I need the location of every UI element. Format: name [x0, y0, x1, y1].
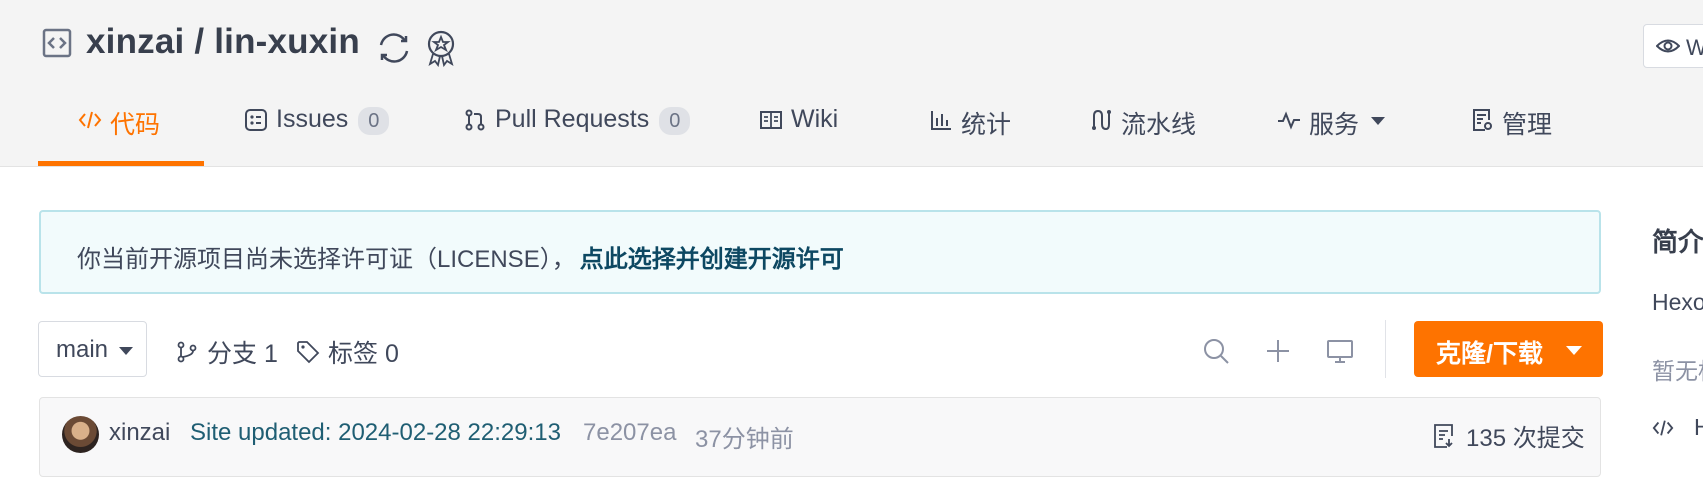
book-icon — [760, 111, 782, 129]
tags-link[interactable]: 标签 0 — [296, 334, 399, 370]
search-icon[interactable] — [1201, 336, 1231, 366]
tab-stats[interactable]: 统计 — [929, 105, 1011, 165]
add-file-icon[interactable] — [1263, 336, 1293, 366]
tab-label: 统计 — [961, 111, 1012, 139]
pr-count-badge: 0 — [659, 107, 691, 135]
create-license-link[interactable]: 点此选择并创建开源许可 — [580, 246, 844, 273]
branch-select[interactable]: main — [38, 321, 147, 377]
issues-count-badge: 0 — [358, 107, 390, 135]
repo-title[interactable]: xinzai / lin-xuxin — [86, 22, 360, 62]
tab-label: 流水线 — [1121, 111, 1197, 139]
tab-label: Wiki — [791, 105, 839, 133]
code-icon — [1652, 419, 1674, 436]
settings-doc-icon — [1473, 109, 1492, 131]
tab-issues[interactable]: Issues 0 — [244, 105, 390, 165]
chevron-down-icon — [119, 347, 133, 355]
clone-download-button[interactable]: 克隆/下载 — [1414, 321, 1603, 377]
certified-badge-icon[interactable] — [424, 29, 458, 67]
commit-time: 37分钟前 — [695, 426, 794, 453]
tab-label: 管理 — [1502, 111, 1553, 139]
tab-label: 服务 — [1309, 111, 1360, 139]
tab-pipeline[interactable]: 流水线 — [1089, 105, 1196, 165]
code-icon — [78, 111, 102, 129]
tab-code[interactable]: 代码 — [78, 105, 160, 165]
web-ide-icon[interactable] — [1325, 336, 1355, 366]
commit-count-link[interactable]: 135 次提交 — [1432, 418, 1585, 453]
pipeline-icon — [1092, 109, 1111, 131]
tags-label: 标签 0 — [328, 340, 399, 368]
tab-manage[interactable]: 管理 — [1470, 105, 1552, 165]
commits-icon — [1434, 423, 1453, 448]
watch-label: W — [1686, 35, 1703, 60]
sidebar-language-label: H — [1694, 414, 1703, 440]
active-tab-indicator — [38, 161, 204, 166]
license-notice: 你当前开源项目尚未选择许可证（LICENSE）， 点此选择并创建开源许可 — [39, 210, 1601, 294]
tab-wiki[interactable]: Wiki — [759, 105, 838, 165]
repo-header: xinzai / lin-xuxin W 代码 Issues 0 Pull Re… — [0, 0, 1703, 167]
tab-services[interactable]: 服务 — [1277, 105, 1386, 165]
branches-link[interactable]: 分支 1 — [175, 334, 278, 370]
license-notice-message: 你当前开源项目尚未选择许可证（LICENSE）， — [77, 246, 576, 273]
branch-name: main — [56, 336, 109, 363]
tag-icon — [297, 341, 320, 364]
clone-label: 克隆/下载 — [1436, 340, 1543, 368]
tab-label: 代码 — [110, 111, 161, 139]
commit-message[interactable]: Site updated: 2024-02-28 22:29:13 — [190, 419, 561, 447]
avatar[interactable] — [62, 416, 99, 453]
sync-icon[interactable] — [375, 29, 413, 67]
license-notice-text: 你当前开源项目尚未选择许可证（LICENSE）， 点此选择并创建开源许可 — [77, 239, 844, 274]
branches-label: 分支 1 — [207, 340, 278, 368]
chevron-down-icon — [1566, 346, 1582, 355]
sidebar-intro-title: 简介 — [1652, 227, 1703, 257]
pull-request-icon — [465, 109, 485, 131]
chevron-down-icon — [1371, 117, 1386, 125]
repo-code-icon — [42, 28, 72, 58]
tab-label: Issues — [276, 105, 349, 133]
tab-pull-requests[interactable]: Pull Requests 0 — [463, 105, 691, 165]
toolbar-divider — [1385, 320, 1386, 378]
commit-count-label: 135 次提交 — [1466, 425, 1585, 452]
commit-author[interactable]: xinzai — [109, 419, 170, 447]
sidebar-language[interactable]: H — [1652, 414, 1703, 441]
issues-icon — [245, 109, 267, 131]
bar-chart-icon — [931, 111, 951, 130]
tab-label: Pull Requests — [495, 105, 650, 133]
sidebar-no-tags: 暂无标 — [1652, 358, 1703, 384]
commit-hash[interactable]: 7e207ea — [583, 419, 676, 447]
branch-icon — [177, 341, 197, 363]
sidebar-intro-desc: Hexo — [1652, 289, 1703, 315]
watch-button[interactable]: W — [1643, 24, 1703, 68]
eye-icon — [1656, 39, 1680, 53]
pulse-icon — [1278, 111, 1300, 130]
